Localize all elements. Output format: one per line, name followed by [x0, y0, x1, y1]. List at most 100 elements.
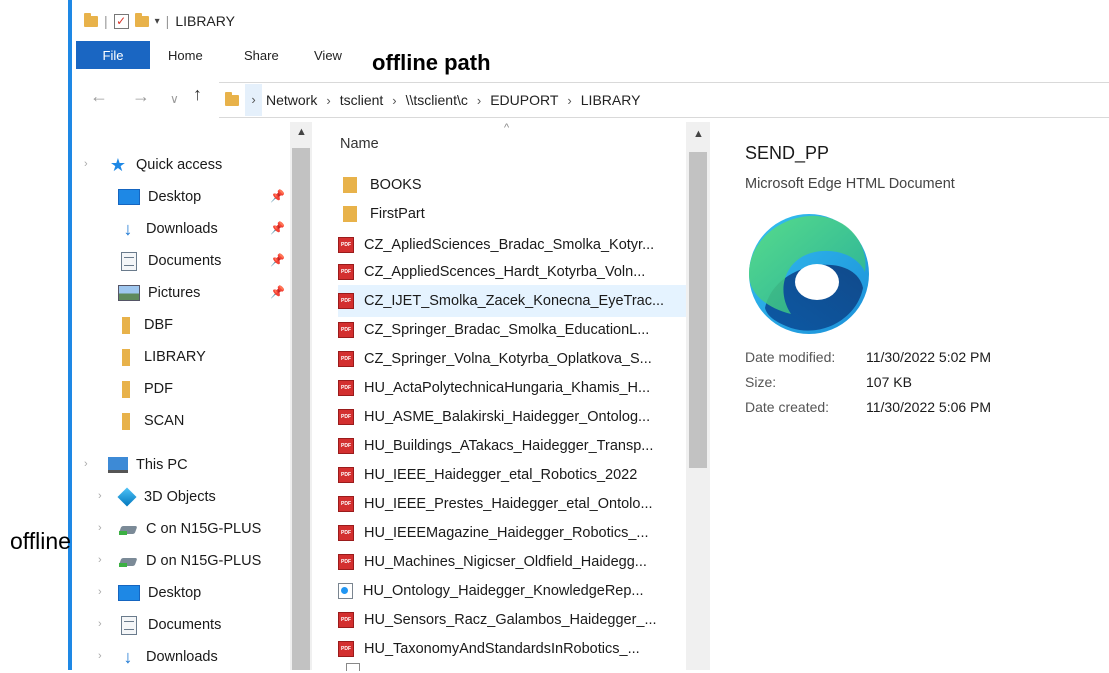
sidebar-item-label: Downloads: [146, 649, 218, 665]
expand-chevron-icon[interactable]: ›: [98, 522, 102, 534]
file-name: BOOKS: [370, 177, 422, 193]
list-item-file[interactable]: PDF HU_Sensors_Racz_Galambos_Haidegger_.…: [338, 604, 686, 636]
file-name: CZ_IJET_Smolka_Zacek_Konecna_EyeTrac...: [364, 293, 665, 309]
list-item-file[interactable]: PDF HU_Machines_Nigicser_Oldfield_Haideg…: [338, 546, 686, 578]
nav-pane-scrollbar-thumb[interactable]: [292, 148, 310, 670]
sidebar-item-pc-desktop[interactable]: Desktop: [118, 577, 201, 609]
list-item-folder[interactable]: BOOKS: [338, 169, 686, 201]
pin-icon[interactable]: 📌: [270, 253, 285, 267]
sort-ascending-icon: ^: [504, 122, 510, 134]
sidebar-item-pc-documents[interactable]: Documents: [121, 609, 221, 641]
expand-chevron-icon[interactable]: ›: [98, 490, 102, 502]
sidebar-item-dbf[interactable]: DBF: [116, 309, 173, 341]
expand-chevron-icon[interactable]: ›: [98, 554, 102, 566]
file-name: FirstPart: [370, 206, 425, 222]
edge-browser-icon: [749, 214, 869, 334]
sidebar-item-desktop[interactable]: Desktop: [118, 181, 201, 213]
sidebar-item-scan[interactable]: SCAN: [116, 405, 184, 437]
documents-icon: [121, 615, 137, 635]
breadcrumb-chevron-icon[interactable]: ›: [326, 93, 330, 108]
downloads-icon: ↓: [123, 219, 133, 239]
list-item-file[interactable]: PDF HU_Buildings_ATakacs_Haidegger_Trans…: [338, 430, 686, 462]
breadcrumb-tsclient-c[interactable]: \\tsclient\c: [406, 92, 468, 108]
sidebar-item-library[interactable]: LIBRARY: [116, 341, 206, 373]
sidebar-item-label: PDF: [144, 381, 173, 397]
breadcrumb-chevron-icon[interactable]: ›: [392, 93, 396, 108]
list-item-file[interactable]: PDF HU_IEEE_Haidegger_etal_Robotics_2022: [338, 459, 686, 491]
date-modified-label: Date modified:: [745, 349, 836, 365]
preview-file-name: SEND_PP: [745, 143, 830, 163]
back-arrow-icon[interactable]: ←: [90, 86, 108, 107]
sidebar-item-documents[interactable]: Documents: [121, 245, 221, 277]
scroll-up-arrow-icon[interactable]: ▲: [693, 128, 704, 140]
list-item-file-selected[interactable]: PDF CZ_IJET_Smolka_Zacek_Konecna_EyeTrac…: [338, 285, 686, 317]
tab-view[interactable]: View: [314, 41, 342, 69]
sidebar-item-3d-objects[interactable]: 3D Objects: [117, 481, 216, 513]
pdf-icon: PDF: [338, 409, 354, 425]
breadcrumb-eduport[interactable]: EDUPORT: [490, 92, 558, 108]
breadcrumb-network[interactable]: Network: [266, 92, 317, 108]
scroll-up-arrow-icon[interactable]: ▲: [296, 126, 307, 138]
file-name: HU_TaxonomyAndStandardsInRobotics_...: [364, 641, 640, 657]
title-separator: |: [165, 13, 170, 29]
sidebar-item-label: LIBRARY: [144, 349, 206, 365]
address-bar[interactable]: › Network › tsclient › \\tsclient\c › ED…: [219, 82, 1109, 118]
expand-chevron-icon[interactable]: ›: [84, 458, 88, 470]
computer-icon: [108, 457, 128, 473]
column-header-name[interactable]: Name: [340, 136, 379, 152]
expand-chevron-icon[interactable]: ›: [98, 618, 102, 630]
sidebar-item-pdf[interactable]: PDF: [116, 373, 173, 405]
sidebar-item-downloads[interactable]: ↓ Downloads: [118, 213, 218, 245]
expand-chevron-icon[interactable]: ›: [84, 158, 88, 170]
list-item-file[interactable]: PDF HU_TaxonomyAndStandardsInRobotics_..…: [338, 633, 686, 665]
folder-icon: [84, 12, 98, 27]
pdf-icon: PDF: [338, 612, 354, 628]
sidebar-item-label: Quick access: [136, 157, 223, 173]
title-bar: | ✓ ▾ | LIBRARY: [84, 8, 235, 34]
list-item-file[interactable]: PDF CZ_Springer_Volna_Kotyrba_Oplatkova_…: [338, 343, 686, 375]
pdf-icon: PDF: [338, 496, 354, 512]
folder-icon: [122, 412, 130, 430]
pin-icon[interactable]: 📌: [270, 221, 285, 235]
sidebar-item-pictures[interactable]: Pictures: [118, 277, 200, 309]
forward-arrow-icon[interactable]: →: [132, 86, 150, 107]
list-item-file[interactable]: PDF CZ_AppliedScences_Hardt_Kotyrba_Voln…: [338, 256, 686, 288]
list-item-folder[interactable]: FirstPart: [338, 198, 686, 230]
breadcrumb-chevron-icon[interactable]: ›: [477, 93, 481, 108]
folder-icon: [122, 316, 130, 334]
list-item-file[interactable]: PDF HU_ASME_Balakirski_Haidegger_Ontolog…: [338, 401, 686, 433]
tab-share[interactable]: Share: [244, 41, 279, 69]
up-arrow-icon[interactable]: ↑: [193, 84, 202, 105]
list-item-file[interactable]: PDF HU_ActaPolytechnicaHungaria_Khamis_H…: [338, 372, 686, 404]
sidebar-item-c-drive[interactable]: C on N15G-PLUS: [118, 513, 261, 545]
file-list-scrollbar-thumb[interactable]: [689, 152, 707, 468]
new-folder-icon[interactable]: [134, 12, 149, 27]
pin-icon[interactable]: 📌: [270, 189, 285, 203]
breadcrumb-chevron-icon[interactable]: ›: [567, 93, 571, 108]
pin-icon[interactable]: 📌: [270, 285, 285, 299]
folder-icon: [343, 177, 357, 193]
expand-chevron-icon[interactable]: ›: [98, 650, 102, 662]
sidebar-item-quick-access[interactable]: ★ Quick access: [108, 149, 222, 181]
list-item-file[interactable]: PDF HU_IEEE_Prestes_Haidegger_etal_Ontol…: [338, 488, 686, 520]
list-item-file[interactable]: HU_Ontology_Haidegger_KnowledgeRep...: [338, 575, 686, 607]
list-item-file[interactable]: PDF HU_IEEEMagazine_Haidegger_Robotics_.…: [338, 517, 686, 549]
network-drive-icon: [118, 522, 138, 536]
pictures-icon: [118, 285, 140, 301]
list-item-file[interactable]: PDF CZ_Springer_Bradac_Smolka_EducationL…: [338, 314, 686, 346]
tab-file[interactable]: File: [76, 41, 150, 69]
expand-chevron-icon[interactable]: ›: [98, 586, 102, 598]
3d-objects-icon: [117, 487, 137, 507]
recent-locations-chevron-icon[interactable]: ∨: [170, 92, 179, 106]
sidebar-item-pc-downloads[interactable]: ↓ Downloads: [118, 641, 218, 673]
file-name: HU_IEEE_Haidegger_etal_Robotics_2022: [364, 467, 638, 483]
breadcrumb-library[interactable]: LIBRARY: [581, 92, 641, 108]
properties-icon[interactable]: ✓: [113, 13, 129, 29]
tab-home[interactable]: Home: [168, 41, 203, 69]
breadcrumb-tsclient[interactable]: tsclient: [340, 92, 384, 108]
quick-access-dropdown-icon[interactable]: ▾: [155, 16, 160, 27]
sidebar-item-this-pc[interactable]: This PC: [108, 449, 188, 481]
breadcrumb-chevron-icon[interactable]: ›: [245, 84, 262, 116]
desktop-icon: [118, 189, 140, 205]
sidebar-item-d-drive[interactable]: D on N15G-PLUS: [118, 545, 261, 577]
